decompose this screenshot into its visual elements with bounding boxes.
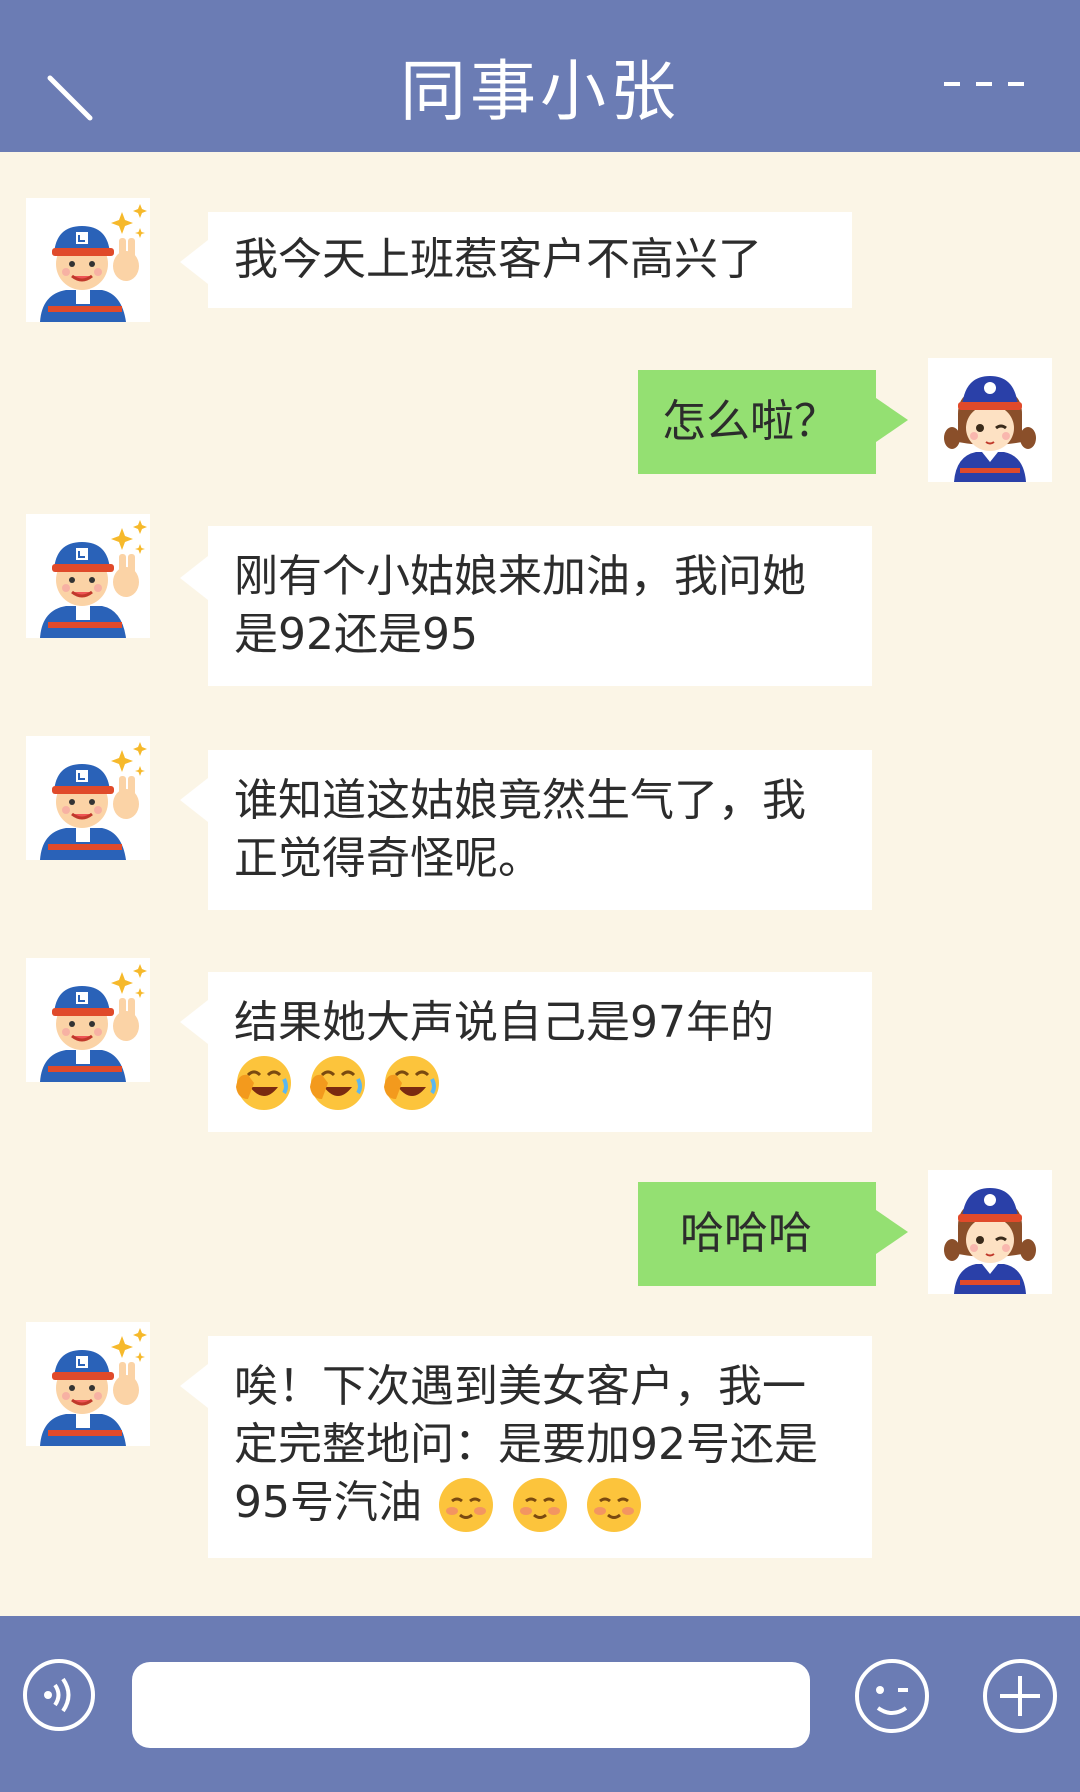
message-text: 我今天上班惹客户不高兴了 [234,234,762,285]
worker-boy-avatar[interactable] [26,1322,150,1446]
bubble-tail [876,398,908,442]
blush-emoji [510,1475,570,1535]
message-text: 刚有个小姑娘来加油，我问她是92还是95 [234,551,806,660]
blush-emoji [436,1475,496,1535]
bubble-tail [180,556,208,600]
plus-icon[interactable] [980,1656,1060,1736]
bubble-tail [180,240,208,284]
worker-boy-avatar[interactable] [26,514,150,638]
worker-boy-avatar[interactable] [26,198,150,322]
message-bubble[interactable]: 谁知道这姑娘竟然生气了，我正觉得奇怪呢。 [208,750,872,910]
facepalm-laugh-emoji [308,1053,368,1113]
message-bubble[interactable]: 我今天上班惹客户不高兴了 [208,212,852,308]
worker-boy-avatar[interactable] [26,736,150,860]
voice-icon[interactable] [20,1656,98,1734]
chat-header: 同事小张 [0,0,1080,152]
facepalm-laugh-emoji [382,1053,442,1113]
message-text: 结果她大声说自己是97年的 [234,997,774,1048]
blush-emoji [584,1475,644,1535]
bubble-tail [180,1000,208,1044]
message-bubble[interactable]: 怎么啦？ [638,370,876,474]
message-bubble[interactable]: 哈哈哈 [638,1182,876,1286]
chat-screen: 同事小张 我今天上班惹客户不高兴了 怎么啦？ 刚有个小姑娘来加油，我问她是92还… [0,0,1080,1792]
worker-girl-avatar[interactable] [928,1170,1052,1294]
message-text: 怎么啦？ [662,396,838,447]
bubble-tail [180,1364,208,1408]
bubble-tail [180,778,208,822]
message-input[interactable] [132,1662,810,1748]
message-bubble[interactable]: 唉！下次遇到美女客户，我一定完整地问：是要加92号还是95号汽油 [208,1336,872,1558]
worker-boy-avatar[interactable] [26,958,150,1082]
message-text: 哈哈哈 [680,1208,812,1259]
message-text: 谁知道这姑娘竟然生气了，我正觉得奇怪呢。 [234,775,806,884]
emoji-face-icon[interactable] [852,1656,932,1736]
facepalm-laugh-emoji [234,1053,294,1113]
message-bubble[interactable]: 结果她大声说自己是97年的 [208,972,872,1132]
emoji-row [234,1053,442,1113]
emoji-row [436,1475,644,1535]
input-bar [0,1616,1080,1792]
more-dots-icon[interactable] [942,76,1026,92]
chat-title: 同事小张 [400,53,680,130]
message-bubble[interactable]: 刚有个小姑娘来加油，我问她是92还是95 [208,526,872,686]
bubble-tail [876,1210,908,1254]
worker-girl-avatar[interactable] [928,358,1052,482]
